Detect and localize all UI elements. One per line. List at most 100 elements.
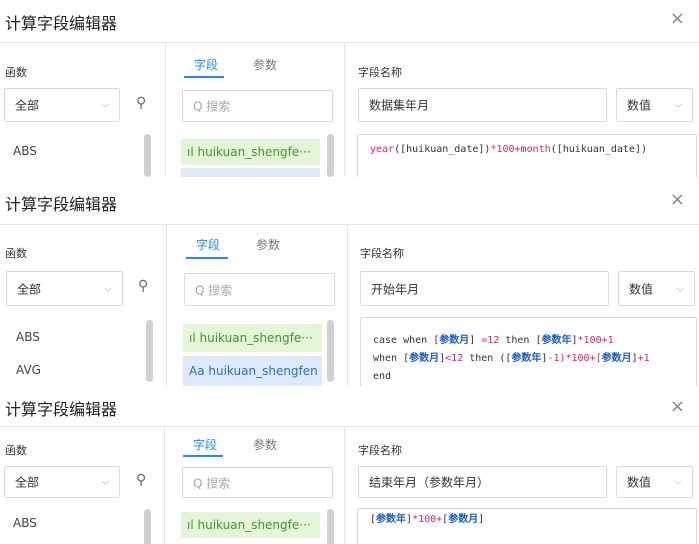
formula-token: *100+1 xyxy=(577,335,614,346)
divider xyxy=(0,224,699,225)
field-item[interactable]: ıl huikuan_shengfe··· xyxy=(181,512,320,538)
type-select[interactable]: 数值 ⌵ xyxy=(618,271,695,306)
formula-token: *100+ xyxy=(490,144,521,155)
type-select-value: 数值 xyxy=(627,98,652,113)
close-icon[interactable]: × xyxy=(670,189,685,210)
divider xyxy=(344,426,345,544)
formula-editor[interactable]: year([huikuan_date])*100+month([huikuan_… xyxy=(357,134,697,177)
formula-line: case when [参数月] =12 then [参数年]*100+1 xyxy=(373,332,684,350)
type-select-value: 数值 xyxy=(627,475,652,490)
formula-token: year xyxy=(370,144,395,155)
field-item[interactable]: Aa huikuan_shengfen xyxy=(183,356,322,386)
category-select-value: 全部 xyxy=(15,475,40,490)
calc-field-editor-1: 计算字段编辑器 × 函数 字段 参数 字段名称 全部 ⌵ ⚲ Q 搜索 数据集年… xyxy=(0,0,699,177)
formula-token: <12 xyxy=(445,353,464,364)
formula-token: 参数月 xyxy=(409,353,440,364)
calc-field-editor-2: 计算字段编辑器 × 函数 字段 参数 字段名称 全部 ⌵ ⚲ Q 搜索 开始年月… xyxy=(0,177,699,386)
formula-token: +1 xyxy=(637,353,650,364)
function-list-scrollbar[interactable] xyxy=(144,509,151,544)
divider xyxy=(165,42,166,177)
function-item-abs[interactable]: ABS xyxy=(13,144,37,158)
field-name-value: 结束年月（参数年月） xyxy=(369,475,490,490)
field-name-input[interactable]: 开始年月 xyxy=(360,271,609,306)
formula-token: 参数年 xyxy=(541,335,572,346)
close-icon[interactable]: × xyxy=(670,8,685,29)
formula-line: end xyxy=(373,368,684,386)
formula-editor[interactable]: [参数年]*100+[参数月] xyxy=(357,508,697,544)
bar-chart-icon: ıl xyxy=(187,145,194,159)
search-input[interactable]: Q 搜索 xyxy=(184,273,335,306)
category-select[interactable]: 全部 ⌵ xyxy=(6,271,123,306)
tab-fields[interactable]: 字段 xyxy=(196,236,220,253)
functions-label: 函数 xyxy=(5,247,27,260)
search-input[interactable]: Q 搜索 xyxy=(182,467,333,498)
tab-params[interactable]: 参数 xyxy=(253,56,277,73)
bar-chart-icon: ıl xyxy=(187,518,194,532)
bar-chart-icon: ıl xyxy=(189,331,196,345)
formula-token: ([ xyxy=(550,144,563,155)
formula-token: ]) xyxy=(478,144,491,155)
formula-line: [参数年]*100+[参数月] xyxy=(370,511,684,529)
field-name-input[interactable]: 结束年月（参数年月） xyxy=(358,466,607,498)
tab-fields[interactable]: 字段 xyxy=(193,436,217,453)
divider xyxy=(344,42,345,177)
function-list-scrollbar[interactable] xyxy=(146,320,153,382)
field-item-label: huikuan_shengfe··· xyxy=(199,331,313,345)
divider xyxy=(164,426,165,544)
formula-token: month xyxy=(520,144,551,155)
function-item-avg[interactable]: AVG xyxy=(16,363,41,377)
field-list-scrollbar[interactable] xyxy=(327,509,334,544)
divider xyxy=(347,224,348,386)
formula-token: *100+ xyxy=(412,514,443,525)
type-select[interactable]: 数值 ⌵ xyxy=(616,88,693,122)
formula-token: then ([ xyxy=(463,353,512,364)
formula-token: ([ xyxy=(394,144,407,155)
field-name-input[interactable]: 数据集年月 xyxy=(358,88,607,122)
chevron-down-icon: ⌵ xyxy=(676,283,684,294)
tab-fields[interactable]: 字段 xyxy=(194,56,218,73)
category-select[interactable]: 全部 ⌵ xyxy=(4,88,120,122)
formula-token: huikuan_date xyxy=(406,144,479,155)
functions-label: 函数 xyxy=(5,444,27,457)
search-icon[interactable]: ⚲ xyxy=(136,95,146,111)
tab-params[interactable]: 参数 xyxy=(253,436,277,453)
tab-underline xyxy=(183,455,223,457)
category-select[interactable]: 全部 ⌵ xyxy=(4,466,120,498)
divider xyxy=(0,426,699,427)
search-icon[interactable]: ⚲ xyxy=(136,472,146,488)
formula-token: ] xyxy=(469,335,482,346)
dialog-title: 计算字段编辑器 xyxy=(5,195,118,214)
function-list-scrollbar[interactable] xyxy=(144,134,151,177)
tab-underline xyxy=(186,257,228,259)
field-item[interactable]: ıl huikuan_shengfe··· xyxy=(183,324,322,352)
formula-token: -1)*100+[ xyxy=(547,353,602,364)
tab-params[interactable]: 参数 xyxy=(256,236,280,253)
type-select[interactable]: 数值 ⌵ xyxy=(616,466,693,498)
text-type-icon: Aa xyxy=(189,364,205,378)
search-placeholder: Q 搜索 xyxy=(195,283,233,297)
formula-token: 参数年 xyxy=(511,353,542,364)
field-list-scrollbar[interactable] xyxy=(327,320,334,382)
field-item[interactable]: ıl huikuan_shengfe··· xyxy=(181,139,320,165)
formula-editor[interactable]: case when [参数月] =12 then [参数年]*100+1 when… xyxy=(360,317,697,386)
field-list-scrollbar[interactable] xyxy=(327,134,334,177)
formula-line: year([huikuan_date])*100+month([huikuan_… xyxy=(370,141,684,159)
chevron-down-icon: ⌵ xyxy=(104,283,112,294)
formula-line: when [参数月]<12 then ([参数年]-1)*100+[参数月]+1 xyxy=(373,350,684,368)
search-input[interactable]: Q 搜索 xyxy=(182,90,333,122)
chevron-down-icon: ⌵ xyxy=(101,99,109,111)
dialog-title: 计算字段编辑器 xyxy=(5,14,118,33)
search-icon[interactable]: ⚲ xyxy=(138,278,148,294)
calc-field-editor-3: 计算字段编辑器 × 函数 字段 参数 字段名称 全部 ⌵ ⚲ Q 搜索 结束年月… xyxy=(0,386,699,544)
field-name-label: 字段名称 xyxy=(360,247,404,260)
field-name-value: 数据集年月 xyxy=(369,98,430,113)
category-select-value: 全部 xyxy=(15,98,40,113)
function-item-abs[interactable]: ABS xyxy=(13,516,37,530)
function-item-abs[interactable]: ABS xyxy=(16,330,40,344)
field-item-partial[interactable] xyxy=(181,168,320,177)
chevron-down-icon: ⌵ xyxy=(674,99,682,111)
field-name-value: 开始年月 xyxy=(371,282,420,296)
close-icon[interactable]: × xyxy=(670,396,685,417)
formula-token: end xyxy=(373,371,392,382)
field-name-label: 字段名称 xyxy=(358,66,402,79)
